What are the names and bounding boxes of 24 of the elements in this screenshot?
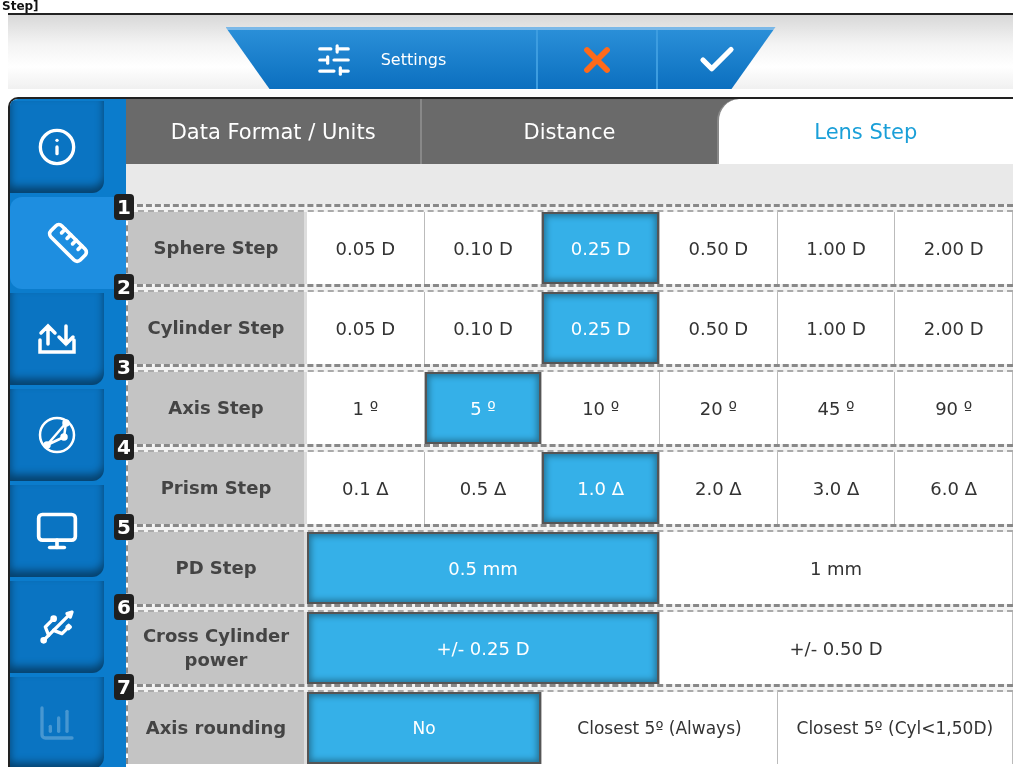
- settings-button[interactable]: Settings: [225, 30, 536, 89]
- step-number: 7: [114, 674, 134, 700]
- network-globe-icon: [37, 415, 77, 455]
- sidebar-tab[interactable]: [10, 293, 104, 385]
- step-number: 4: [114, 434, 134, 460]
- sidebar-tab[interactable]: [10, 485, 104, 577]
- step-number: 1: [114, 194, 134, 220]
- info-icon: [37, 127, 77, 167]
- usb-icon: [37, 607, 77, 647]
- step-number: 2: [114, 274, 134, 300]
- row-label: Prism Step: [128, 452, 307, 524]
- sidebar-tab[interactable]: [10, 389, 104, 481]
- tab[interactable]: Data Format / Units: [126, 99, 421, 164]
- caption-text: Step]: [1, 0, 39, 13]
- step-number: 3: [114, 354, 134, 380]
- row-label: Axis rounding: [128, 692, 307, 764]
- sidebar-tab[interactable]: [10, 581, 104, 673]
- row-label: Axis Step: [128, 372, 307, 444]
- upload-download-icon: [36, 322, 78, 356]
- sidebar-tab[interactable]: [10, 101, 104, 193]
- ruler-icon: [46, 221, 90, 265]
- row-label: PD Step: [128, 532, 307, 604]
- step-number: 5: [114, 514, 134, 540]
- step-number: 6: [114, 594, 134, 620]
